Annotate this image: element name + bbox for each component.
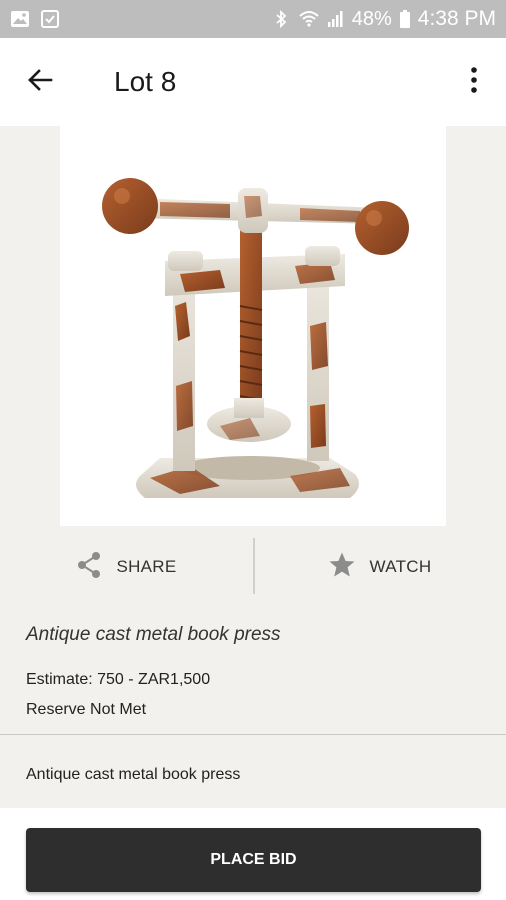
- status-time: 4:38 PM: [417, 7, 496, 30]
- details-divider: [0, 734, 506, 735]
- status-right: 48% 4:38 PM: [271, 7, 496, 31]
- watch-label: WATCH: [369, 557, 432, 576]
- back-arrow-icon: [26, 66, 54, 99]
- page-title: Lot 8: [114, 66, 177, 97]
- place-bid-button[interactable]: PLACE BID: [26, 828, 481, 892]
- book-press-illustration: [102, 178, 409, 498]
- lot-image-area: [0, 126, 506, 526]
- watch-button[interactable]: WATCH: [253, 536, 506, 598]
- share-label: SHARE: [116, 557, 177, 576]
- lot-heading: Antique cast metal book press: [26, 624, 281, 645]
- star-icon: [328, 551, 356, 584]
- app-bar: Lot 8: [0, 38, 506, 126]
- back-button[interactable]: [20, 62, 60, 102]
- lot-description: Antique cast metal book press: [26, 766, 241, 783]
- status-bar: 48% 4:38 PM: [0, 0, 506, 38]
- status-left: [10, 9, 60, 29]
- overflow-menu-icon: [470, 66, 478, 99]
- battery-icon: [399, 9, 411, 29]
- wifi-icon: [298, 9, 319, 29]
- overflow-menu-button[interactable]: [462, 62, 486, 102]
- signal-icon: [325, 9, 345, 29]
- image-icon: [10, 9, 30, 29]
- bluetooth-icon: [271, 9, 291, 29]
- download-check-icon: [40, 9, 60, 29]
- lot-image[interactable]: [60, 126, 446, 526]
- bottom-bar: PLACE BID: [0, 808, 506, 900]
- share-icon: [76, 551, 102, 584]
- share-button[interactable]: SHARE: [0, 536, 253, 598]
- reserve-status: Reserve Not Met: [26, 701, 147, 718]
- action-divider: [253, 538, 255, 594]
- action-row: SHARE WATCH: [0, 536, 506, 598]
- lot-estimate: Estimate: 750 - ZAR1,500: [26, 671, 211, 688]
- battery-percent: 48%: [351, 7, 392, 30]
